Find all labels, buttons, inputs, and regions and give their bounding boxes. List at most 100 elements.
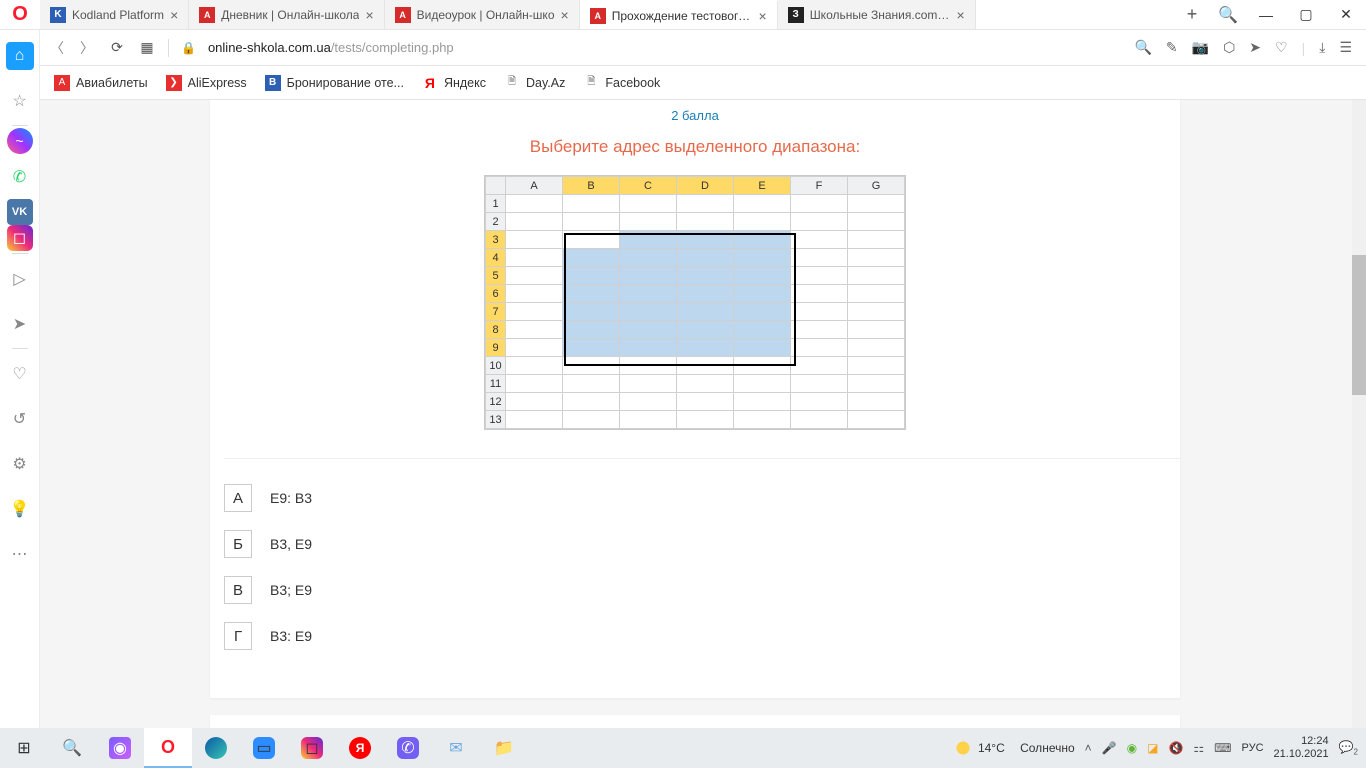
question-text: Выберите адрес выделенного диапазона: <box>210 123 1180 175</box>
close-window-button[interactable]: ✕ <box>1326 0 1366 29</box>
taskbar-mail-icon[interactable]: ✉ <box>432 728 480 768</box>
bookmark-item[interactable]: ЯЯндекс <box>422 75 486 91</box>
sidebar-messenger-icon[interactable]: ~ <box>7 128 33 154</box>
bookmark-item[interactable]: ❯AliExpress <box>166 75 247 91</box>
tab-close-icon[interactable]: × <box>759 8 767 24</box>
maximize-button[interactable]: ▢ <box>1286 0 1326 29</box>
tray-clock[interactable]: 12:24 21.10.2021 <box>1274 735 1329 761</box>
bookmark-icon: B <box>265 75 281 91</box>
page-scrollbar[interactable] <box>1352 100 1366 728</box>
tray-volume-icon[interactable]: 🔇 <box>1168 741 1183 755</box>
lock-icon[interactable]: 🔒 <box>181 41 196 55</box>
bookmark-label: Day.Az <box>526 76 565 90</box>
tray-notifications-icon[interactable]: 💬2 <box>1339 740 1358 756</box>
tab-close-icon[interactable]: × <box>170 7 178 23</box>
sidebar-heart-icon[interactable]: ♡ <box>0 351 40 396</box>
search-tabs-icon[interactable]: 🔍 <box>1210 0 1246 29</box>
addr-flow-icon[interactable]: ➤ <box>1249 39 1261 56</box>
tab-favicon: A <box>199 7 215 23</box>
answer-letter: Г <box>224 622 252 650</box>
taskbar-zoom-icon[interactable]: ▭ <box>240 728 288 768</box>
taskbar-search-icon[interactable]: 🔍 <box>48 728 96 768</box>
sidebar-player-icon[interactable]: ▷ <box>0 256 40 301</box>
bookmark-label: Бронирование оте... <box>287 76 404 90</box>
sidebar-more-icon[interactable]: ⋯ <box>0 531 40 576</box>
sidebar-instagram-icon[interactable]: ◻ <box>7 225 33 251</box>
browser-tab[interactable]: A Прохождение тестового д × <box>580 0 778 29</box>
answer-text: B3; E9 <box>270 582 312 598</box>
tab-close-icon[interactable]: × <box>561 7 569 23</box>
taskbar-explorer-icon[interactable]: 📁 <box>480 728 528 768</box>
new-tab-button[interactable]: + <box>1174 0 1210 29</box>
nav-back-icon[interactable]: 〈 <box>48 38 66 58</box>
tray-wifi-icon[interactable]: ⚏ <box>1193 741 1204 755</box>
taskbar-edge-icon[interactable] <box>192 728 240 768</box>
addr-search-icon[interactable]: 🔍 <box>1134 39 1151 56</box>
tab-title: Школьные Знания.com - Р <box>810 8 951 22</box>
tab-title: Дневник | Онлайн-школа <box>221 8 359 22</box>
sidebar-settings-icon[interactable]: ⚙ <box>0 441 40 486</box>
addr-heart-icon[interactable]: ♡ <box>1275 39 1288 56</box>
speed-dial-icon[interactable]: ▦ <box>138 39 156 56</box>
reload-icon[interactable]: ⟳ <box>108 39 126 56</box>
answer-option[interactable]: АE9: B3 <box>224 484 1180 512</box>
browser-tab[interactable]: AВидеоурок | Онлайн-шко× <box>385 0 580 29</box>
tray-battery-icon[interactable]: ◪ <box>1147 741 1158 755</box>
addr-download-icon[interactable]: ⤓ <box>1319 39 1325 56</box>
browser-tab[interactable]: З Школьные Знания.com - Р × <box>778 0 976 29</box>
tab-favicon: З <box>788 7 804 23</box>
nav-forward-icon: 〉 <box>78 38 96 58</box>
opera-logo[interactable]: O <box>0 0 40 29</box>
answer-option[interactable]: Б B3, E9 <box>224 530 1180 558</box>
tray-chevron-icon[interactable]: ˄ <box>1085 741 1092 755</box>
tab-close-icon[interactable]: × <box>957 7 965 23</box>
tray-keyboard-icon[interactable]: ⌨ <box>1214 741 1231 755</box>
start-button[interactable]: ⊞ <box>0 728 48 768</box>
taskbar-yandex-icon[interactable]: Я <box>336 728 384 768</box>
addr-adblock-icon[interactable]: ⬡ <box>1223 39 1235 56</box>
answer-letter: В <box>224 576 252 604</box>
bookmark-icon: A <box>54 75 70 91</box>
tab-close-icon[interactable]: × <box>365 7 373 23</box>
bookmark-item[interactable]: B Бронирование оте... <box>265 75 404 91</box>
addr-menu-icon[interactable]: ☰ <box>1339 39 1352 56</box>
taskbar-viber-icon[interactable]: ✆ <box>384 728 432 768</box>
bookmark-icon: 🗎 <box>504 75 520 91</box>
bookmark-label: Яндекс <box>444 76 486 90</box>
answer-option[interactable]: Г B3: E9 <box>224 622 1180 650</box>
bookmark-item[interactable]: 🗎 Day.Az <box>504 75 565 91</box>
addr-translate-icon[interactable]: ✎ <box>1166 39 1178 56</box>
tab-favicon: A <box>395 7 411 23</box>
sidebar-vk-icon[interactable]: VK <box>7 199 33 225</box>
tab-title: Прохождение тестового д <box>612 9 753 23</box>
tray-language[interactable]: РУС <box>1242 742 1264 754</box>
tab-favicon: A <box>590 8 606 24</box>
sidebar-bulb-icon[interactable]: 💡 <box>0 486 40 531</box>
browser-tab[interactable]: A Дневник | Онлайн-школа × <box>189 0 384 29</box>
sidebar-send-icon[interactable]: ➤ <box>0 301 40 346</box>
bookmark-item[interactable]: 🗎Facebook <box>583 75 660 91</box>
answer-letter: Б <box>224 530 252 558</box>
addr-screenshot-icon[interactable]: 📷 <box>1192 39 1209 56</box>
answer-text: B3: E9 <box>270 628 312 644</box>
taskbar-opera-icon[interactable]: O <box>144 728 192 768</box>
answer-option[interactable]: В B3; E9 <box>224 576 1180 604</box>
spreadsheet-image: ABCDEFG12345678910111213 <box>484 175 906 430</box>
sidebar-home-icon[interactable]: ⌂ <box>6 42 34 70</box>
browser-tab[interactable]: KKodland Platform× <box>40 0 189 29</box>
answer-text: B3, E9 <box>270 536 312 552</box>
weather-widget[interactable]: 14°C Солнечно <box>954 739 1075 757</box>
tray-mic-icon[interactable]: 🎤 <box>1102 741 1117 755</box>
taskbar-instagram-icon[interactable]: ◻ <box>288 728 336 768</box>
tray-location-icon[interactable]: ◉ <box>1127 741 1137 755</box>
minimize-button[interactable]: — <box>1246 0 1286 29</box>
bookmark-label: Facebook <box>605 76 660 90</box>
sidebar-history-icon[interactable]: ↺ <box>0 396 40 441</box>
sidebar-star-icon[interactable]: ☆ <box>0 78 40 123</box>
taskbar-alice-icon[interactable]: ◉ <box>96 728 144 768</box>
address-bar[interactable]: online-shkola.com.ua/tests/completing.ph… <box>208 40 1123 55</box>
sidebar-whatsapp-icon[interactable]: ✆ <box>0 154 40 199</box>
points-label: 2 балла <box>210 100 1180 123</box>
answer-text: E9: B3 <box>270 490 312 506</box>
bookmark-item[interactable]: AАвиабилеты <box>54 75 148 91</box>
